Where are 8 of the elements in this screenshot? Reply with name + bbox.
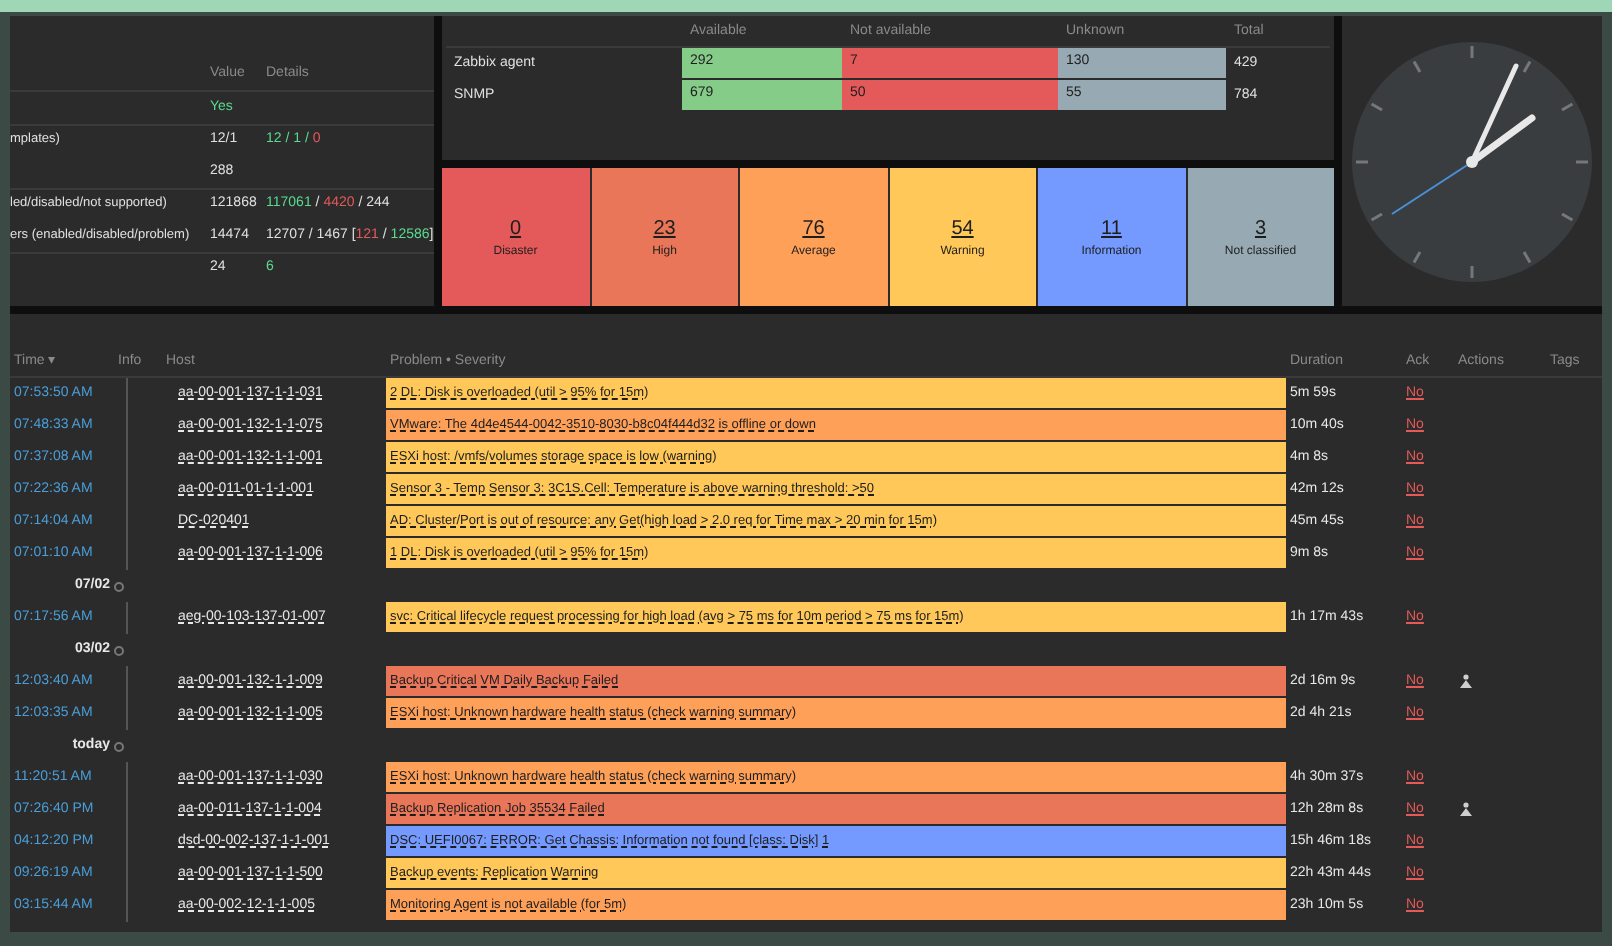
count-text: 11 xyxy=(1101,215,1122,243)
actions-icon[interactable] xyxy=(1458,674,1474,690)
count-text: 76 xyxy=(802,215,825,243)
count-text: 54 xyxy=(951,215,974,243)
actions-icon[interactable] xyxy=(1458,802,1474,818)
count-text: 3 xyxy=(1254,215,1267,243)
count-text: 0 xyxy=(509,215,522,243)
count-text: 23 xyxy=(653,215,676,243)
